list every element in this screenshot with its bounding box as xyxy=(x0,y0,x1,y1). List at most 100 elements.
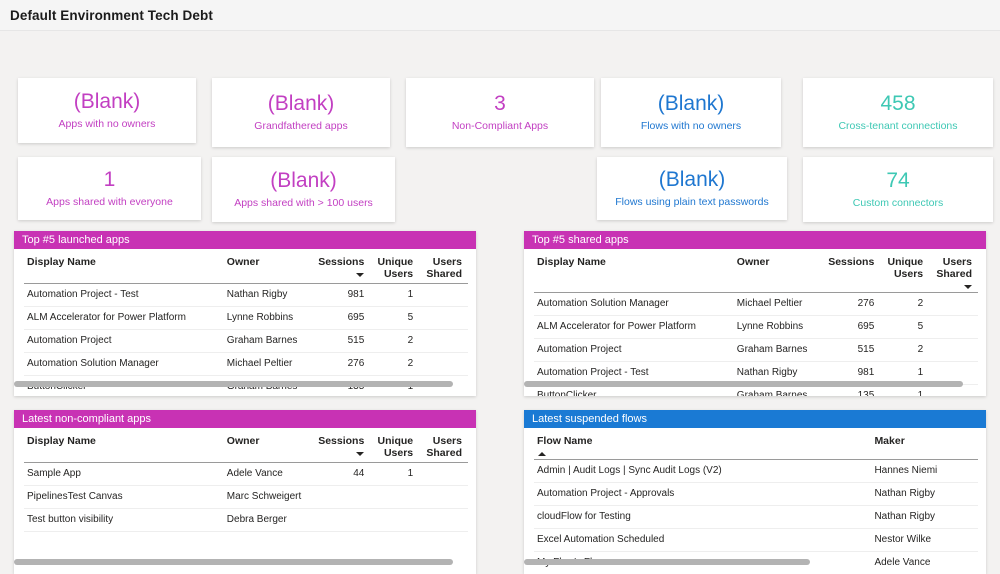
table-cell: 44 xyxy=(313,463,371,486)
column-header[interactable]: Sessions xyxy=(313,428,371,463)
horizontal-scrollbar[interactable] xyxy=(524,381,963,387)
column-header-label: Owner xyxy=(737,256,770,268)
kpi-label: Grandfathered apps xyxy=(254,120,347,133)
table-cell: Automation Project - Approvals xyxy=(534,483,871,506)
table-cell: Michael Peltier xyxy=(224,353,313,376)
column-header[interactable]: Sessions xyxy=(823,249,881,293)
kpi-card-custom-connectors[interactable]: 74 Custom connectors xyxy=(803,157,993,222)
horizontal-scrollbar[interactable] xyxy=(14,381,453,387)
sort-descending-icon xyxy=(964,285,972,289)
column-header[interactable]: Users Shared xyxy=(419,249,468,284)
kpi-card-flows-no-owners[interactable]: (Blank) Flows with no owners xyxy=(601,78,781,147)
table-card-latest-suspended-flows: Latest suspended flows Flow NameMaker Ad… xyxy=(524,410,986,574)
column-header[interactable]: Unique Users xyxy=(880,249,929,293)
table-row[interactable]: ALM Accelerator for Power PlatformLynne … xyxy=(534,316,978,339)
column-header[interactable]: Sessions xyxy=(313,249,371,284)
sort-descending-icon xyxy=(356,273,364,277)
table-cell: 5 xyxy=(370,307,419,330)
table-cell xyxy=(419,463,468,486)
data-table[interactable]: Display NameOwner SessionsUnique Users Use… xyxy=(24,428,468,532)
table-row[interactable]: Automation Solution ManagerMichael Pelti… xyxy=(534,293,978,316)
horizontal-scrollbar[interactable] xyxy=(524,559,810,565)
kpi-card-flows-plain-text-passwords[interactable]: (Blank) Flows using plain text passwords xyxy=(597,157,787,220)
card-title: Top #5 shared apps xyxy=(532,234,629,247)
page-title: Default Environment Tech Debt xyxy=(10,8,213,23)
card-header: Top #5 launched apps xyxy=(14,231,476,249)
card-title: Latest non-compliant apps xyxy=(22,413,151,426)
column-header-label: Unique Users xyxy=(378,256,414,280)
table-row[interactable]: Automation ProjectGraham Barnes5152 xyxy=(534,339,978,362)
column-header[interactable]: Unique Users xyxy=(370,249,419,284)
kpi-label: Custom connectors xyxy=(853,197,943,210)
table-cell xyxy=(419,330,468,353)
table-row[interactable]: Automation ProjectGraham Barnes5152 xyxy=(24,330,468,353)
table-row[interactable]: Automation Project - TestNathan Rigby981… xyxy=(24,284,468,307)
table-row[interactable]: Sample AppAdele Vance441 xyxy=(24,463,468,486)
table-cell: Nestor Wilke xyxy=(871,529,978,552)
table-cell: Lynne Robbins xyxy=(224,307,313,330)
table-cell: 515 xyxy=(823,339,881,362)
table-cell: Graham Barnes xyxy=(734,339,823,362)
table-row[interactable]: Test button visibilityDebra Berger xyxy=(24,509,468,532)
column-header[interactable]: Users Shared xyxy=(929,249,978,293)
table-cell: Nathan Rigby xyxy=(224,284,313,307)
card-body: Display NameOwner Sessions Unique UsersUse… xyxy=(524,249,986,396)
table-row[interactable]: Admin | Audit Logs | Sync Audit Logs (V2… xyxy=(534,460,978,483)
table-row[interactable]: Excel Automation ScheduledNestor Wilke xyxy=(534,529,978,552)
column-header-label: Users Shared xyxy=(426,256,462,280)
column-header[interactable]: Users Shared xyxy=(419,428,468,463)
column-header[interactable]: Display Name xyxy=(24,249,224,284)
table-row[interactable]: PipelinesTest CanvasMarc Schweigert xyxy=(24,486,468,509)
column-header-label: Users Shared xyxy=(426,435,462,459)
table-cell xyxy=(419,307,468,330)
kpi-card-apps-shared-100-users[interactable]: (Blank) Apps shared with > 100 users xyxy=(212,157,395,222)
table-row[interactable]: Automation Solution ManagerMichael Pelti… xyxy=(24,353,468,376)
table-cell xyxy=(313,486,371,509)
column-header-label: Maker xyxy=(874,435,904,447)
card-header: Latest suspended flows xyxy=(524,410,986,428)
table-cell: 2 xyxy=(880,339,929,362)
table-card-top-shared-apps: Top #5 shared apps Display NameOwner Sess… xyxy=(524,231,986,396)
column-header[interactable]: Owner xyxy=(224,249,313,284)
table-cell xyxy=(370,509,419,532)
report-canvas: (Blank) Apps with no owners (Blank) Gran… xyxy=(0,31,1000,562)
table-cell: ALM Accelerator for Power Platform xyxy=(24,307,224,330)
table-cell: 276 xyxy=(313,353,371,376)
data-table[interactable]: Display NameOwner Sessions Unique Users Use… xyxy=(24,249,468,396)
table-row[interactable]: ALM Accelerator for Power PlatformLynne … xyxy=(24,307,468,330)
kpi-value: (Blank) xyxy=(270,169,337,193)
table-card-top-launched-apps: Top #5 launched apps Display NameOwner Se… xyxy=(14,231,476,396)
table-cell: Test button visibility xyxy=(24,509,224,532)
column-header[interactable]: Unique Users xyxy=(370,428,419,463)
column-header-label: Owner xyxy=(227,435,260,447)
table-cell xyxy=(313,509,371,532)
data-table[interactable]: Display NameOwner Sessions Unique UsersUse… xyxy=(534,249,978,396)
kpi-card-non-compliant-apps[interactable]: 3 Non-Compliant Apps xyxy=(406,78,594,147)
horizontal-scrollbar[interactable] xyxy=(14,559,453,565)
table-cell xyxy=(929,316,978,339)
table-cell: 2 xyxy=(370,330,419,353)
column-header[interactable]: Owner xyxy=(734,249,823,293)
table-head: Display NameOwner SessionsUnique Users Use… xyxy=(24,428,468,463)
table-body: Automation Project - TestNathan Rigby981… xyxy=(24,284,468,397)
card-title: Top #5 launched apps xyxy=(22,234,130,247)
table-cell xyxy=(419,284,468,307)
column-header-label: Unique Users xyxy=(888,256,924,280)
column-header[interactable]: Owner xyxy=(224,428,313,463)
table-header-row: Display NameOwner Sessions Unique Users Use… xyxy=(24,249,468,284)
kpi-card-apps-shared-everyone[interactable]: 1 Apps shared with everyone xyxy=(18,157,201,220)
table-row[interactable]: cloudFlow for TestingNathan Rigby xyxy=(534,506,978,529)
table-cell: 695 xyxy=(823,316,881,339)
kpi-card-grandfathered-apps[interactable]: (Blank) Grandfathered apps xyxy=(212,78,390,147)
card-header: Top #5 shared apps xyxy=(524,231,986,249)
kpi-card-cross-tenant-connections[interactable]: 458 Cross-tenant connections xyxy=(803,78,993,147)
kpi-card-apps-no-owners[interactable]: (Blank) Apps with no owners xyxy=(18,78,196,143)
column-header[interactable]: Display Name xyxy=(534,249,734,293)
column-header-label: Owner xyxy=(227,256,260,268)
column-header[interactable]: Maker xyxy=(871,428,978,460)
column-header[interactable]: Display Name xyxy=(24,428,224,463)
table-row[interactable]: Automation Project - ApprovalsNathan Rig… xyxy=(534,483,978,506)
column-header[interactable]: Flow Name xyxy=(534,428,871,460)
data-table[interactable]: Flow NameMaker Admin | Audit Logs | Sync… xyxy=(534,428,978,574)
table-cell: Adele Vance xyxy=(224,463,313,486)
